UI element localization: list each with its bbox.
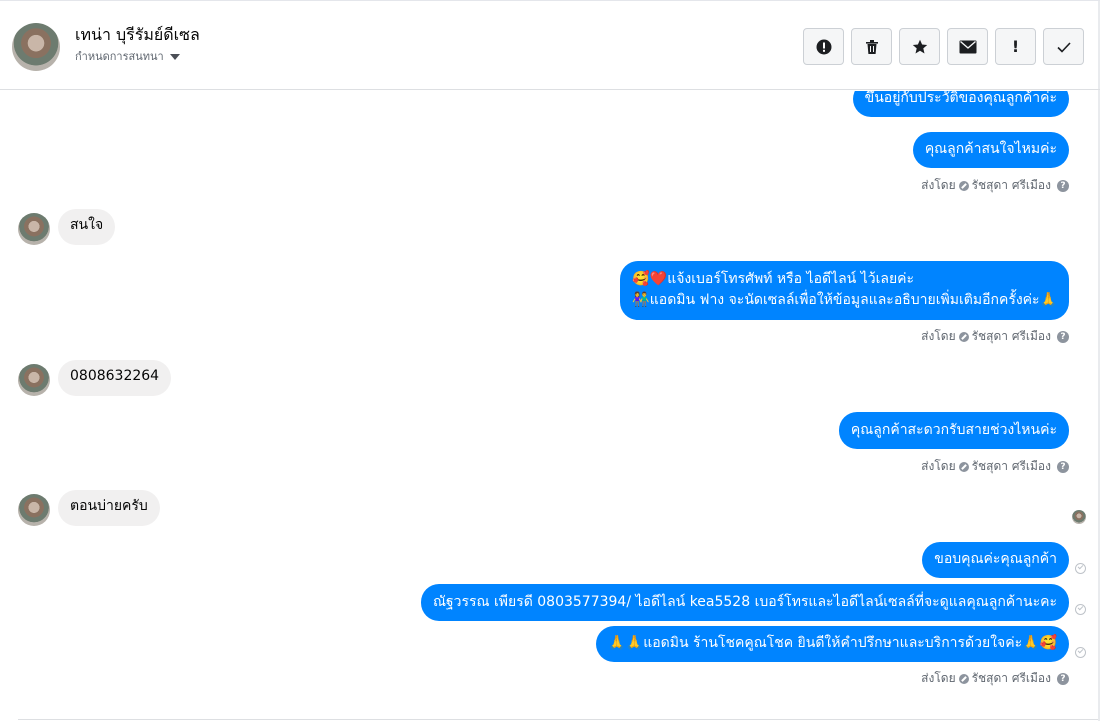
agent-icon xyxy=(958,331,969,342)
message-bubble-outgoing[interactable]: 🙏🙏แอดมิน ร้านโชคคูณโชค ยินดีให้คำปรึกษาแ… xyxy=(596,626,1069,662)
trash-icon xyxy=(865,39,878,54)
message-text: สนใจ xyxy=(70,217,104,233)
message-bubble-outgoing[interactable]: ขอบคุณค่ะคุณลูกค้า xyxy=(922,542,1069,578)
message-bubble-incoming[interactable]: 0808632264 xyxy=(58,360,172,396)
message-bubble-outgoing[interactable]: คุณลูกค้าสนใจไหมค่ะ xyxy=(912,132,1069,168)
sent-by-label: ส่งโดย xyxy=(921,459,956,473)
agent-name[interactable]: รัชสุดา ศรีเมือง xyxy=(972,669,1051,688)
envelope-icon xyxy=(959,40,976,53)
message-text: ตอนบ่ายครับ xyxy=(70,498,148,514)
delete-button[interactable] xyxy=(851,28,892,65)
message-bubble-outgoing[interactable]: ขึ้นอยู่กับประวัติของคุณลูกค้าค่ะ xyxy=(852,91,1069,117)
composer-divider xyxy=(18,719,1098,720)
message-text: 0808632264 xyxy=(70,368,160,384)
contact-avatar[interactable] xyxy=(12,23,60,71)
sent-by-meta: ส่งโดย รัชสุดา ศรีเมือง ? xyxy=(921,457,1069,476)
sent-by-label: ส่งโดย xyxy=(921,671,956,685)
message-text: 🙏🙏แอดมิน ร้านโชคคูณโชค ยินดีให้คำปรึกษาแ… xyxy=(608,635,1057,651)
agent-name[interactable]: รัชสุดา ศรีเมือง xyxy=(972,176,1051,195)
follow-up-button[interactable]: ! xyxy=(995,28,1036,65)
message-text: คุณลูกค้าสนใจไหมค่ะ xyxy=(924,141,1057,157)
seen-indicator-avatar xyxy=(1072,510,1086,524)
message-bubble-outgoing[interactable]: 🥰❤️แจ้งเบอร์โทรศัพท์ หรือ ไอดีไลน์ ไว้เล… xyxy=(620,261,1069,320)
help-icon[interactable]: ? xyxy=(1057,179,1069,192)
sent-by-label: ส่งโดย xyxy=(921,329,956,343)
message-bubble-outgoing[interactable]: ณัฐวรรณ เพียรดี 0803577394/ ไอดีไลน์ kea… xyxy=(420,584,1069,621)
conversation-schedule-dropdown[interactable]: กำหนดการสนทนา xyxy=(75,47,180,65)
report-icon xyxy=(816,39,831,54)
help-icon[interactable]: ? xyxy=(1057,330,1069,343)
agent-name[interactable]: รัชสุดา ศรีเมือง xyxy=(972,457,1051,476)
conversation-header: เทน่า บุรีรัมย์ดีเซล กำหนดการสนทนา ! xyxy=(0,0,1100,90)
mark-unread-button[interactable] xyxy=(947,28,988,65)
message-text: คุณลูกค้าสะดวกรับสายช่วงไหนค่ะ xyxy=(850,422,1057,438)
sent-by-meta: ส่งโดย รัชสุดา ศรีเมือง ? xyxy=(921,669,1069,688)
agent-icon xyxy=(958,673,969,684)
sent-by-meta: ส่งโดย รัชสุดา ศรีเมือง ? xyxy=(921,176,1069,195)
sent-by-label: ส่งโดย xyxy=(921,178,956,192)
report-spam-button[interactable] xyxy=(803,28,844,65)
message-bubble-outgoing[interactable]: คุณลูกค้าสะดวกรับสายช่วงไหนค่ะ xyxy=(838,412,1069,449)
mark-done-button[interactable] xyxy=(1043,28,1084,65)
message-text-line: 🥰❤️แจ้งเบอร์โทรศัพท์ หรือ ไอดีไลน์ ไว้เล… xyxy=(632,271,915,287)
exclamation-icon: ! xyxy=(1011,37,1020,56)
agent-name[interactable]: รัชสุดา ศรีเมือง xyxy=(972,327,1051,346)
agent-icon xyxy=(958,461,969,472)
caret-down-icon xyxy=(169,54,180,60)
message-text: ขอบคุณค่ะคุณลูกค้า xyxy=(934,551,1057,567)
message-text-line: 👫แอดมิน ฟาง จะนัดเซลล์เพื่อให้ข้อมูลและอ… xyxy=(632,292,1057,308)
message-thread[interactable]: ขึ้นอยู่กับประวัติของคุณลูกค้าค่ะ คุณลูก… xyxy=(0,91,1100,721)
delivered-check-icon xyxy=(1075,647,1086,658)
contact-avatar-small[interactable] xyxy=(18,364,50,396)
message-text: ขึ้นอยู่กับประวัติของคุณลูกค้าค่ะ xyxy=(864,91,1057,106)
checkmark-icon xyxy=(1056,41,1071,53)
agent-icon xyxy=(958,180,969,191)
contact-avatar-small[interactable] xyxy=(18,494,50,526)
schedule-label: กำหนดการสนทนา xyxy=(75,50,164,63)
message-bubble-incoming[interactable]: ตอนบ่ายครับ xyxy=(58,490,160,526)
help-icon[interactable]: ? xyxy=(1057,672,1069,685)
help-icon[interactable]: ? xyxy=(1057,460,1069,473)
message-text: ณัฐวรรณ เพียรดี 0803577394/ ไอดีไลน์ kea… xyxy=(432,594,1057,610)
star-icon xyxy=(912,39,927,53)
message-bubble-incoming[interactable]: สนใจ xyxy=(58,209,116,245)
contact-avatar-small[interactable] xyxy=(18,213,50,245)
delivered-check-icon xyxy=(1075,563,1086,574)
delivered-check-icon xyxy=(1075,604,1086,615)
sent-by-meta: ส่งโดย รัชสุดา ศรีเมือง ? xyxy=(921,327,1069,346)
contact-name[interactable]: เทน่า บุรีรัมย์ดีเซล xyxy=(75,23,200,48)
star-button[interactable] xyxy=(899,28,940,65)
